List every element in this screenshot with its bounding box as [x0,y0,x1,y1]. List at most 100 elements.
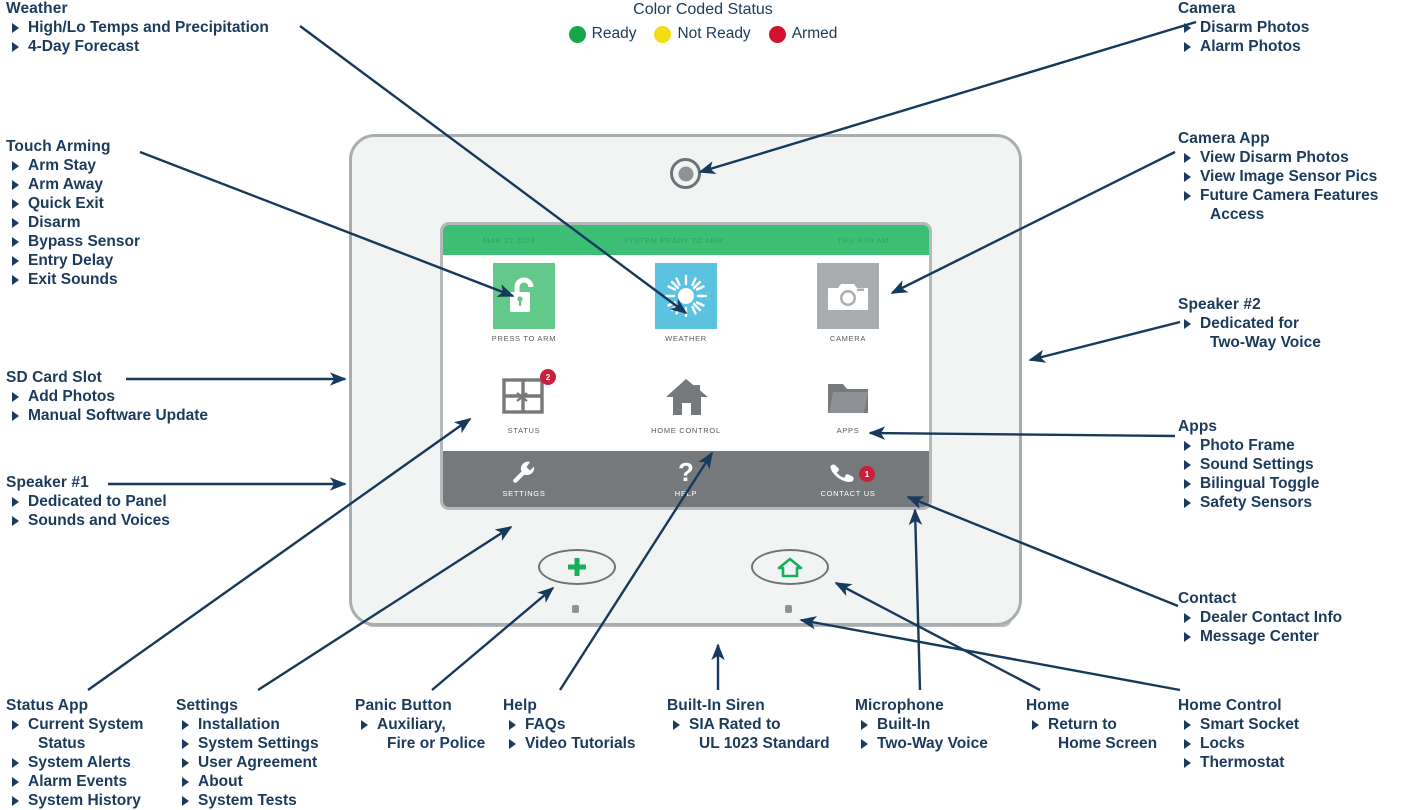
apps-tile-square[interactable] [817,373,879,421]
list-item: Fire or Police [387,735,486,752]
list-item: Dedicated to Panel [6,492,170,511]
tile-apps[interactable]: APPS [767,373,929,435]
list-item: Future Camera Features [1178,186,1378,205]
home-control-tile-square[interactable] [655,373,717,421]
list-item: Auxiliary, [355,715,485,734]
callout-apps-title: Apps [1178,418,1218,435]
microphone-hole [572,605,579,613]
callout-weather-title: Weather [6,0,68,17]
list-item: Message Center [1178,627,1342,646]
house-icon [666,379,708,415]
list-item: Locks [1178,734,1299,753]
callout-microphone-title: Microphone [855,697,944,714]
bullet-triangle-icon [1184,172,1191,182]
dock-label: SETTINGS [502,489,546,498]
dock-item-contact-us[interactable]: 1 CONTACT US [767,451,929,507]
bullet-triangle-icon [12,796,19,806]
list-item: Home Screen [1058,735,1158,752]
speaker-hole [785,605,792,613]
callout-speaker-1: Speaker #1 Dedicated to Panel Sounds and… [6,474,170,530]
list-item: Arm Stay [6,156,140,175]
list-item: Installation [176,715,319,734]
list-item: Add Photos [6,387,208,406]
tile-label: CAMERA [829,334,867,343]
list-item: Sounds and Voices [6,511,170,530]
list-item: Dealer Contact Info [1178,608,1342,627]
tile-home-control[interactable]: HOME CONTROL [605,373,767,435]
dock-item-settings[interactable]: SETTINGS [443,451,605,507]
callout-sd-card-title: SD Card Slot [6,369,102,386]
panic-button[interactable] [538,549,616,585]
bullet-triangle-icon [12,237,19,247]
press-to-arm-tile-square[interactable] [493,263,555,329]
callout-speaker-2: Speaker #2 Dedicated for Two-Way Voice [1178,296,1321,352]
dock-item-help[interactable]: ? HELP [605,451,767,507]
bullet-triangle-icon [12,516,19,526]
list-item: Quick Exit [6,194,140,213]
bullet-triangle-icon [182,758,189,768]
list-item: Thermostat [1178,753,1299,772]
list-item: Photo Frame [1178,436,1319,455]
bullet-triangle-icon [1184,153,1191,163]
home-button[interactable] [751,549,829,585]
tile-camera[interactable]: CAMERA [767,263,929,343]
bullet-triangle-icon [861,720,868,730]
bullet-triangle-icon [12,199,19,209]
callout-microphone: Microphone Built-In Two-Way Voice [855,697,988,753]
wrench-icon [513,461,535,483]
panel-status-bar: MAR 22 2018 SYSTEM READY TO ARM THU 9:09… [443,225,929,255]
list-item: Video Tutorials [503,734,636,753]
bullet-triangle-icon [1184,441,1191,451]
status-tile-square[interactable]: 2 [493,369,556,421]
callout-speaker-2-title: Speaker #2 [1178,296,1261,313]
panel-touchscreen[interactable]: MAR 22 2018 SYSTEM READY TO ARM THU 9:09… [440,222,932,510]
list-item: SIA Rated to [667,715,830,734]
bullet-triangle-icon [12,497,19,507]
list-item: Alarm Photos [1178,37,1309,56]
tile-weather[interactable]: WEATHER [605,263,767,343]
color-coded-status-legend: Color Coded Status Ready Not Ready Armed [538,0,868,43]
legend-item-not-ready: Not Ready [654,25,751,43]
tile-press-to-arm[interactable]: PRESS TO ARM [443,263,605,343]
bullet-triangle-icon [1032,720,1039,730]
callout-panic-button: Panic Button Auxiliary, Fire or Police [355,697,485,753]
weather-tile-square[interactable] [655,263,717,329]
tile-status[interactable]: 2 STATUS [443,369,605,435]
callout-speaker-1-title: Speaker #1 [6,474,89,491]
callout-panic-button-title: Panic Button [355,697,452,714]
list-item: Two-Way Voice [855,734,988,753]
status-bar-time: THU 9:09 AM [837,235,889,245]
bullet-triangle-icon [12,42,19,52]
list-item: UL 1023 Standard [699,735,830,752]
list-item: Access [1210,206,1265,223]
status-badge: 2 [540,369,556,385]
home-house-icon [777,557,803,578]
list-item: Exit Sounds [6,270,140,289]
camera-tile-square[interactable] [817,263,879,329]
list-item: System Settings [176,734,319,753]
callout-help: Help FAQs Video Tutorials [503,697,636,753]
list-item: System Tests [176,791,319,810]
bullet-triangle-icon [361,720,368,730]
status-dot-not-ready [654,25,672,43]
list-item: Current System [6,715,143,734]
bullet-triangle-icon [509,720,516,730]
list-item: Bilingual Toggle [1178,474,1319,493]
bullet-triangle-icon [12,23,19,33]
list-item: Disarm Photos [1178,18,1309,37]
bullet-triangle-icon [1184,23,1191,33]
callout-camera-app-title: Camera App [1178,130,1270,147]
bullet-triangle-icon [182,777,189,787]
callout-camera-app: Camera App View Disarm Photos View Image… [1178,130,1378,224]
tile-label: APPS [836,426,860,435]
status-dot-ready [568,25,586,43]
list-item: Two-Way Voice [1210,334,1321,351]
list-item: Disarm [6,213,140,232]
bullet-triangle-icon [12,275,19,285]
window-grid-icon [502,378,544,414]
legend-item-armed: Armed [768,25,837,43]
list-item: Smart Socket [1178,715,1299,734]
callout-home: Home Return to Home Screen [1026,697,1157,753]
list-item: Bypass Sensor [6,232,140,251]
legend-item-ready: Ready [568,25,636,43]
